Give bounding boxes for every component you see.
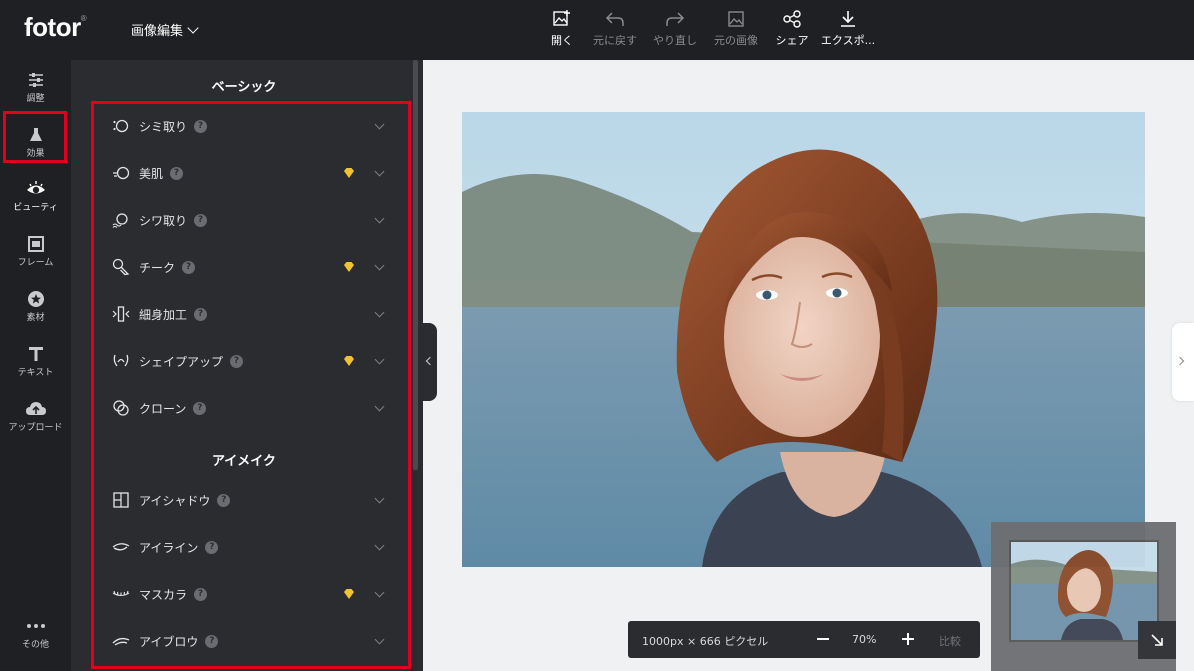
navigator-thumbnail[interactable]: [991, 522, 1176, 671]
zoom-out-button[interactable]: [816, 630, 830, 648]
sliders-icon: [0, 69, 71, 91]
undo-button[interactable]: 元に戻す: [584, 6, 646, 48]
panel-scrollbar[interactable]: [413, 60, 418, 470]
original-image-icon: [704, 6, 768, 32]
open-button[interactable]: 開く: [540, 6, 584, 48]
top-bar: fotor® 画像編集 開く 元に戻す やり直し 元の画像 シェア エクスポ..…: [0, 0, 1194, 60]
nav-adjust-label: 調整: [26, 94, 45, 104]
open-label: 開く: [551, 34, 573, 47]
frame-icon: [0, 233, 71, 255]
portrait-photo: [462, 112, 1145, 567]
download-icon: [816, 6, 880, 32]
nav-more[interactable]: その他: [0, 615, 71, 650]
nav-more-label: その他: [21, 640, 49, 650]
undo-label: 元に戻す: [593, 34, 637, 47]
eye-icon: [0, 178, 71, 200]
navigator-preview: [1009, 540, 1159, 642]
expand-navigator-button[interactable]: [1138, 621, 1176, 659]
nav-upload[interactable]: アップロード: [0, 398, 71, 433]
nav-text[interactable]: テキスト: [0, 343, 71, 378]
nav-stickers[interactable]: 素材: [0, 288, 71, 323]
zoom-level: 70%: [852, 633, 877, 646]
section-basic-title: ベーシック: [211, 80, 277, 95]
canvas-photo[interactable]: [462, 112, 1145, 567]
nav-upload-label: アップロード: [8, 423, 63, 433]
collapse-panel-button[interactable]: [423, 323, 437, 401]
nav-adjust[interactable]: 調整: [0, 69, 71, 104]
export-label: エクスポ...: [820, 34, 876, 47]
nav-frame-label: フレーム: [17, 258, 54, 268]
mode-label: 画像編集: [131, 24, 184, 39]
toolbar: 開く 元に戻す やり直し 元の画像 シェア エクスポ...: [540, 6, 880, 48]
original-image-label: 元の画像: [714, 34, 758, 47]
text-icon: [0, 343, 71, 365]
open-image-icon: [540, 6, 584, 32]
image-dimensions: 1000px × 666 ピクセル: [642, 635, 769, 648]
redo-label: やり直し: [653, 34, 697, 47]
arrow-down-right-icon: [1151, 634, 1163, 646]
undo-icon: [584, 6, 646, 32]
nav-beauty[interactable]: ビューティ: [0, 178, 71, 213]
more-dots-icon: [0, 615, 71, 637]
export-button[interactable]: エクスポ...: [816, 6, 880, 48]
redo-button[interactable]: やり直し: [646, 6, 704, 48]
original-image-button[interactable]: 元の画像: [704, 6, 768, 48]
mode-dropdown[interactable]: 画像編集: [131, 20, 199, 39]
nav-stickers-label: 素材: [26, 313, 45, 323]
share-button[interactable]: シェア: [768, 6, 816, 48]
zoom-bar: 1000px × 666 ピクセル 70% 比較: [628, 621, 980, 658]
zoom-in-button[interactable]: [901, 630, 915, 648]
nav-beauty-label: ビューティ: [13, 203, 58, 213]
beauty-highlight-box: [3, 111, 67, 163]
panel-highlight-box: [91, 101, 411, 669]
nav-frame[interactable]: フレーム: [0, 233, 71, 268]
upload-cloud-icon: [0, 398, 71, 420]
fotor-logo[interactable]: fotor®: [24, 12, 87, 43]
sticker-icon: [0, 288, 71, 310]
redo-icon: [646, 6, 704, 32]
chevron-down-icon: [187, 21, 199, 34]
compare-button[interactable]: 比較: [939, 633, 961, 649]
expand-right-panel-button[interactable]: [1172, 323, 1194, 401]
share-icon: [768, 6, 816, 32]
share-label: シェア: [775, 34, 809, 47]
nav-text-label: テキスト: [17, 368, 54, 378]
